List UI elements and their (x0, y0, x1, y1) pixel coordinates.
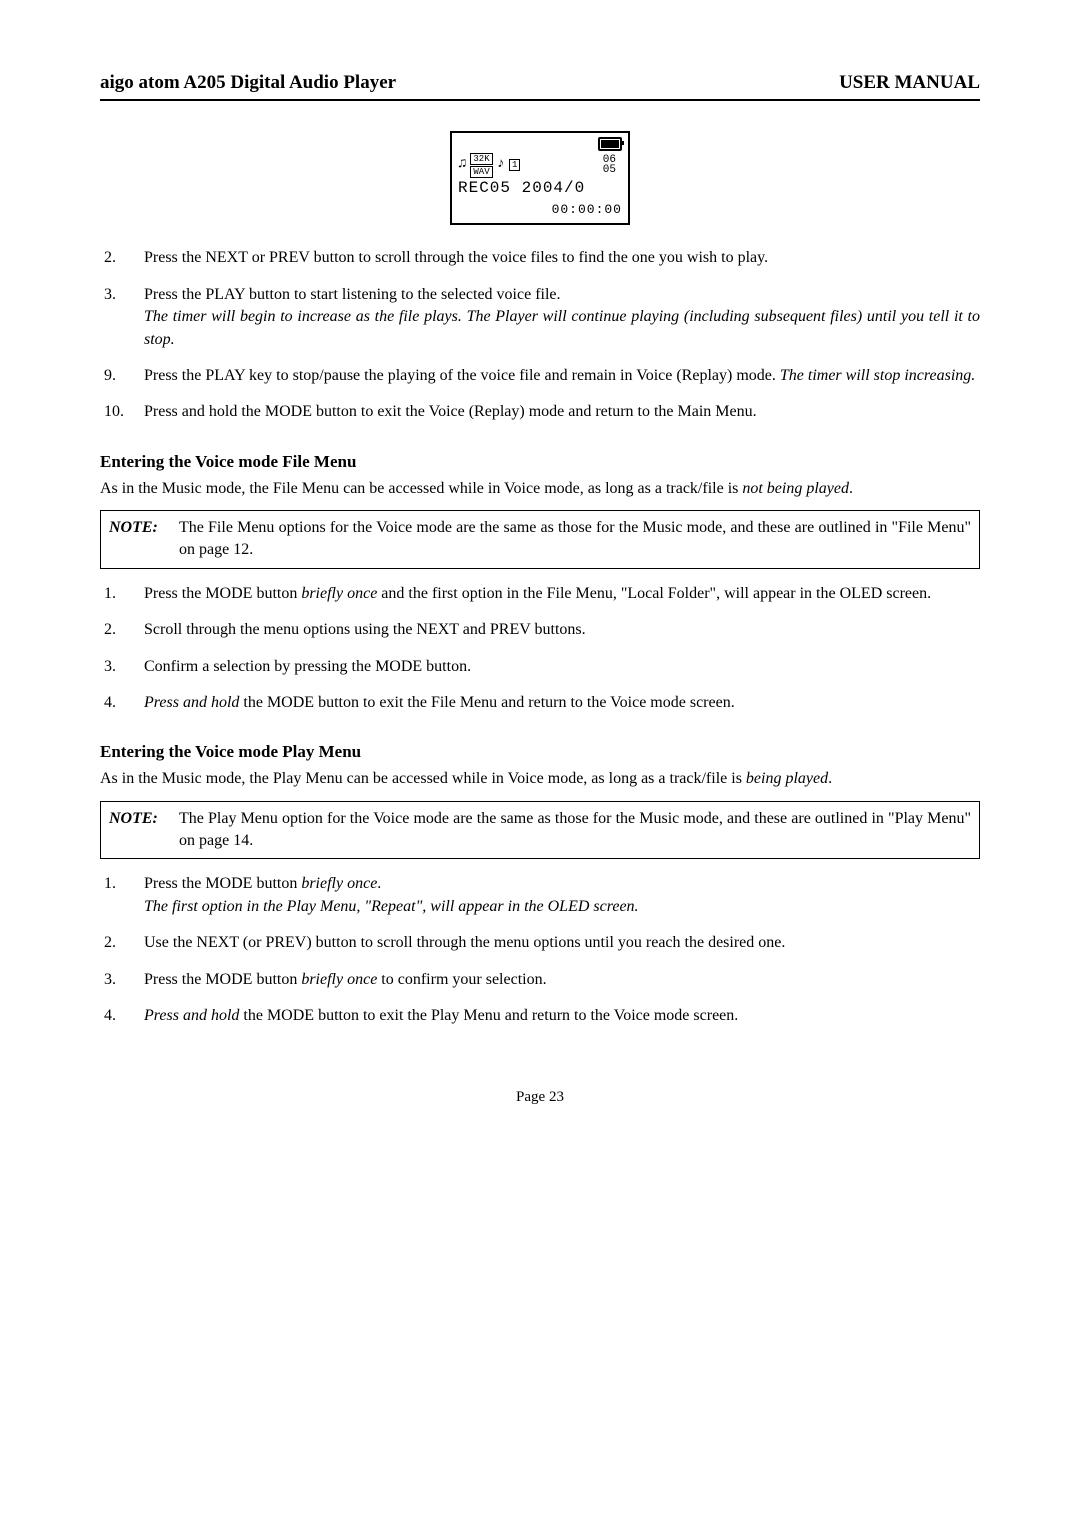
list-item: 10. Press and hold the MODE button to ex… (100, 401, 980, 423)
header-left: aigo atom A205 Digital Audio Player (100, 70, 396, 97)
list-item: 3. Confirm a selection by pressing the M… (100, 656, 980, 678)
note-label: NOTE: (109, 808, 179, 853)
list-item: 2. Use the NEXT (or PREV) button to scro… (100, 932, 980, 954)
oled-screenshot: ♫ 32K WAV ♪ 1 06 05 REC05 2004/0 00:00:0… (450, 131, 630, 226)
list-item: 3. Press the PLAY button to start listen… (100, 284, 980, 351)
list-item: 2. Scroll through the menu options using… (100, 619, 980, 641)
bitrate-box: 32K (470, 153, 492, 165)
instruction-list-1: 2. Press the NEXT or PREV button to scro… (100, 247, 980, 423)
note-box-file-menu: NOTE: The File Menu options for the Voic… (100, 510, 980, 569)
header-right: USER MANUAL (839, 70, 980, 97)
battery-icon (598, 137, 622, 151)
list-item: 4. Press and hold the MODE button to exi… (100, 692, 980, 714)
oled-timer: 00:00:00 (458, 203, 622, 217)
music-note-icon: ♫ (458, 157, 466, 172)
section-para: As in the Music mode, the File Menu can … (100, 478, 980, 500)
track-current: 05 (603, 165, 616, 175)
oled-filename: REC05 2004/0 (458, 180, 622, 198)
repeat-icon: ♪ (497, 157, 505, 172)
note-box-play-menu: NOTE: The Play Menu option for the Voice… (100, 801, 980, 860)
list-item: 4. Press and hold the MODE button to exi… (100, 1005, 980, 1027)
section-title-play-menu: Entering the Voice mode Play Menu (100, 740, 980, 764)
list-item: 9. Press the PLAY key to stop/pause the … (100, 365, 980, 387)
note-body: The File Menu options for the Voice mode… (179, 517, 971, 562)
list-item: 3. Press the MODE button briefly once to… (100, 969, 980, 991)
list-item: 2. Press the NEXT or PREV button to scro… (100, 247, 980, 269)
list-item: 1. Press the MODE button briefly once an… (100, 583, 980, 605)
note-label: NOTE: (109, 517, 179, 562)
format-box: WAV (470, 166, 492, 178)
section-para: As in the Music mode, the Play Menu can … (100, 768, 980, 790)
note-body: The Play Menu option for the Voice mode … (179, 808, 971, 853)
instruction-list-2: 1. Press the MODE button briefly once an… (100, 583, 980, 715)
list-item: 1. Press the MODE button briefly once. T… (100, 873, 980, 918)
page-number: Page 23 (100, 1087, 980, 1108)
page-header: aigo atom A205 Digital Audio Player USER… (100, 70, 980, 101)
section-title-file-menu: Entering the Voice mode File Menu (100, 450, 980, 474)
mode-box: 1 (509, 159, 520, 171)
instruction-list-3: 1. Press the MODE button briefly once. T… (100, 873, 980, 1027)
